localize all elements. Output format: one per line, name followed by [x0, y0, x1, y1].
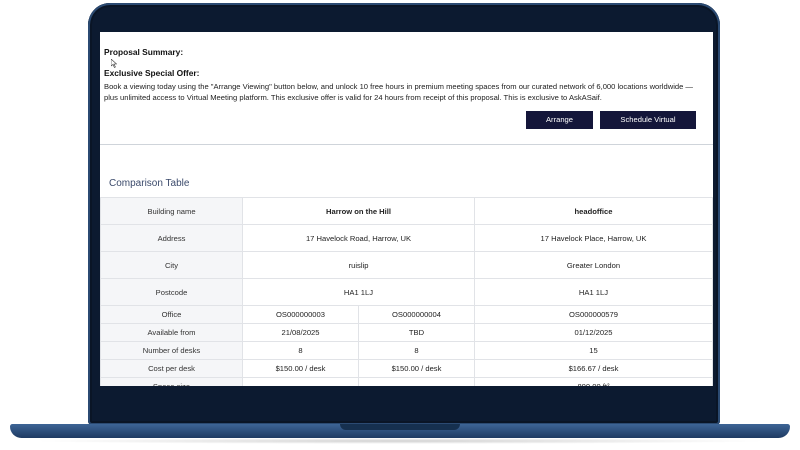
cell-value: ruislip	[242, 251, 475, 279]
row-label: Available from	[100, 323, 243, 342]
cell-value: $150.00 / desk	[358, 359, 475, 378]
offer-text: Book a viewing today using the "Arrange …	[104, 82, 694, 102]
cell-value: 17 Havelock Place, Harrow, UK	[474, 224, 713, 252]
proposal-summary-label: Proposal Summary:	[104, 47, 184, 57]
table-row: Number of desks 8 8 15	[100, 341, 713, 360]
comparison-table-title: Comparison Table	[109, 178, 190, 189]
table-row: Building name Harrow on the Hill headoff…	[100, 197, 713, 225]
cell-value	[358, 377, 475, 386]
cell-value: 21/08/2025	[242, 323, 359, 342]
cell-value: 17 Havelock Road, Harrow, UK	[242, 224, 475, 252]
row-label: Building name	[100, 197, 243, 225]
table-row: Address 17 Havelock Road, Harrow, UK 17 …	[100, 224, 713, 252]
cell-value: OS000000003	[242, 305, 359, 324]
cell-value: 800.00 ft²	[474, 377, 713, 386]
row-label: City	[100, 251, 243, 279]
cell-value: OS000000004	[358, 305, 475, 324]
cell-value: $150.00 / desk	[242, 359, 359, 378]
row-label: Office	[100, 305, 243, 324]
arrange-viewing-button[interactable]: Arrange Viewing	[526, 111, 593, 142]
row-label: Postcode	[100, 278, 243, 306]
cell-value: HA1 1LJ	[474, 278, 713, 306]
cell-value: HA1 1LJ	[242, 278, 475, 306]
cell-value	[242, 377, 359, 386]
laptop-shadow	[30, 438, 770, 444]
cell-value: OS000000579	[474, 305, 713, 324]
comparison-table: Building name Harrow on the Hill headoff…	[100, 197, 713, 386]
cell-value: 01/12/2025	[474, 323, 713, 342]
table-row: Space size 800.00 ft²	[100, 377, 713, 386]
table-row: Office OS000000003 OS000000004 OS0000005…	[100, 305, 713, 324]
cell-value: 15	[474, 341, 713, 360]
cell-value: $166.67 / desk	[474, 359, 713, 378]
cell-value: TBD	[358, 323, 475, 342]
cell-value: Greater London	[474, 251, 713, 279]
screen: Proposal Summary: Exclusive Special Offe…	[100, 32, 713, 386]
table-row: Available from 21/08/2025 TBD 01/12/2025	[100, 323, 713, 342]
offer-label: Exclusive Special Offer:	[104, 68, 200, 78]
table-row: Cost per desk $150.00 / desk $150.00 / d…	[100, 359, 713, 378]
section-divider	[100, 144, 713, 145]
table-row: City ruislip Greater London	[100, 251, 713, 279]
row-label: Address	[100, 224, 243, 252]
table-row: Postcode HA1 1LJ HA1 1LJ	[100, 278, 713, 306]
cell-value: 8	[242, 341, 359, 360]
laptop-notch	[340, 424, 460, 430]
cell-value: Harrow on the Hill	[242, 197, 475, 225]
cell-value: 8	[358, 341, 475, 360]
schedule-virtual-meeting-button[interactable]: Schedule Virtual Meeting	[600, 111, 696, 142]
row-label: Space size	[100, 377, 243, 386]
row-label: Cost per desk	[100, 359, 243, 378]
cell-value: headoffice	[474, 197, 713, 225]
row-label: Number of desks	[100, 341, 243, 360]
